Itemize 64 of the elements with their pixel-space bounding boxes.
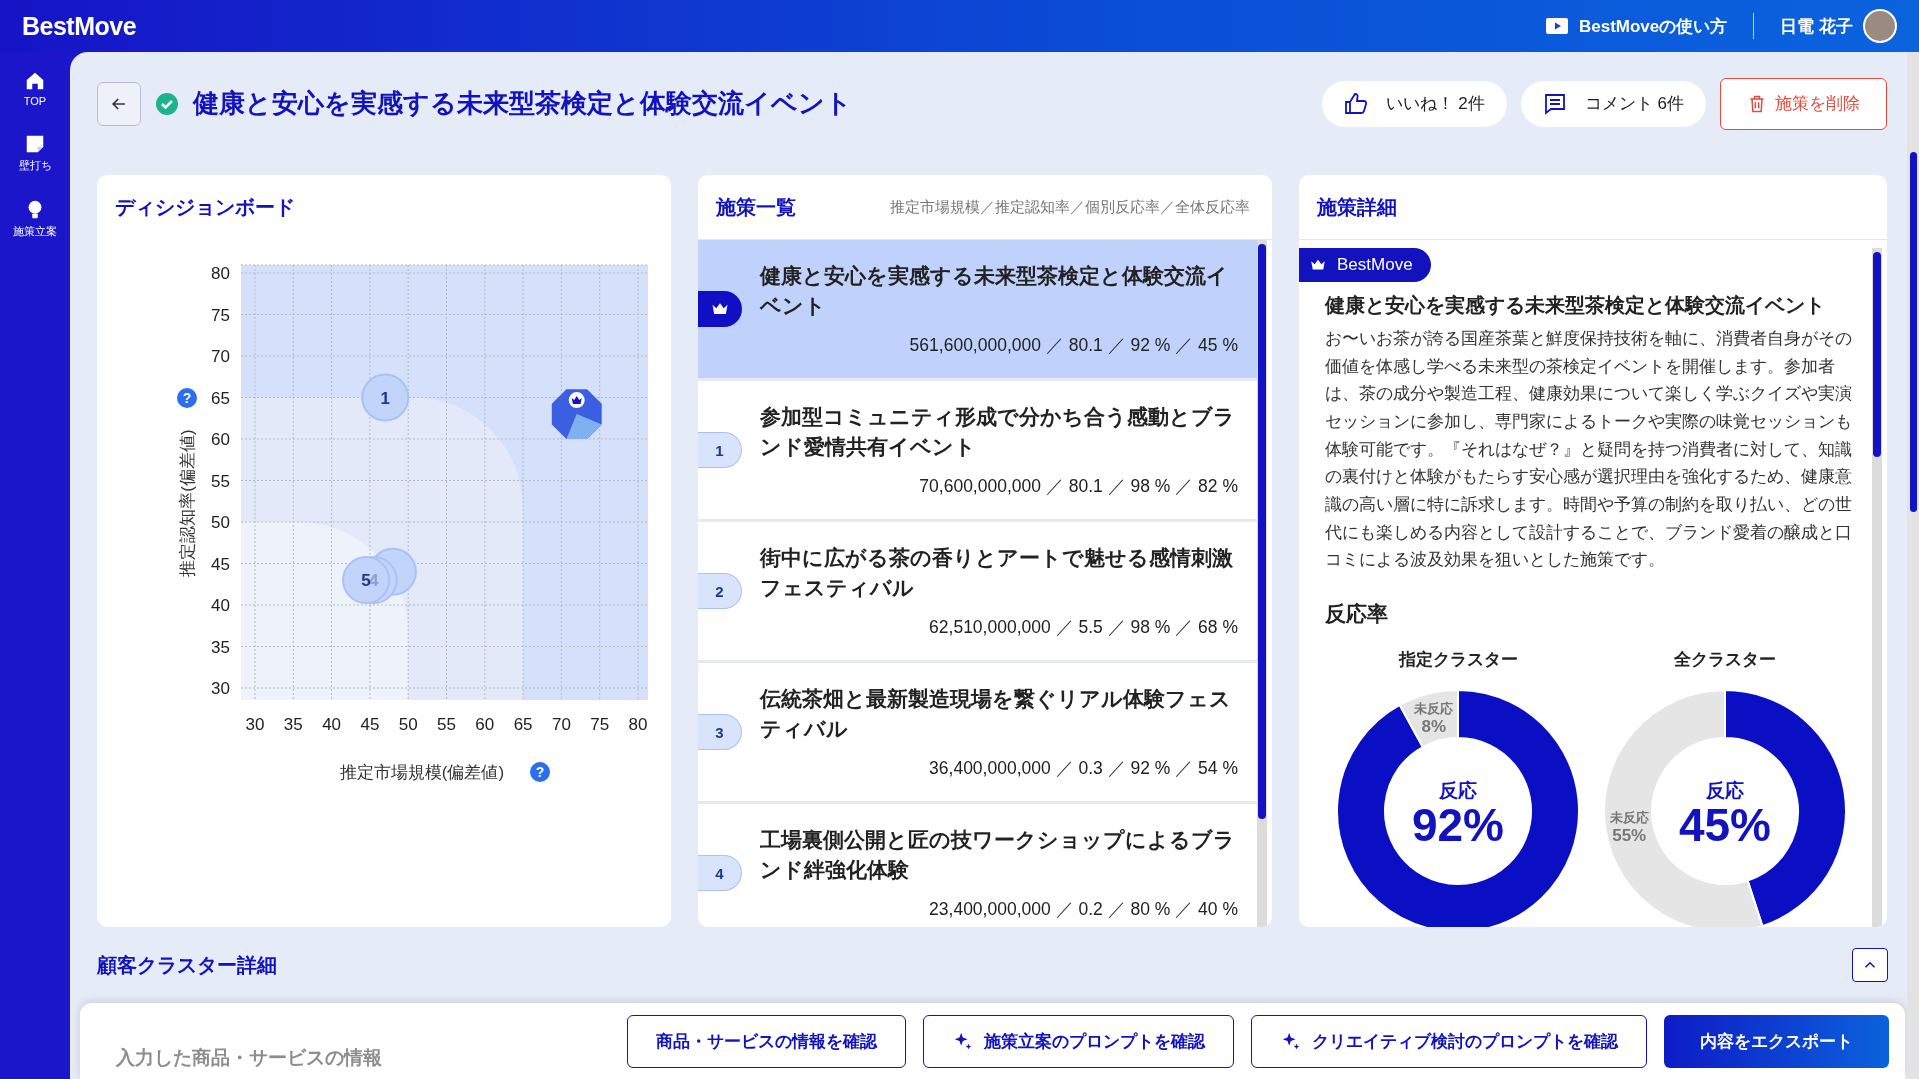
- slice-label: 未反応: [1414, 701, 1454, 717]
- measure-title: 参加型コミュニティ形成で分かち合う感動とブランド愛情共有イベント: [760, 403, 1236, 460]
- x-tick-label: 65: [513, 715, 533, 734]
- chart-title: 指定クラスター: [1398, 649, 1518, 672]
- y-tick-label: 45: [211, 554, 230, 574]
- rank-badge: 3: [698, 714, 742, 750]
- x-tick-label: 75: [590, 715, 610, 734]
- measure-stats: 561,600,000,000 ／ 80.1 ／ 92 % ／ 45 %: [908, 334, 1238, 358]
- x-tick-label: 60: [475, 715, 495, 734]
- y-tick-label: 60: [211, 430, 230, 449]
- center-value: 45%: [1678, 799, 1771, 852]
- center-value: 92%: [1412, 799, 1505, 852]
- measure-title: 伝統茶畑と最新製造現場を繋ぐリアル体験フェスティバル: [760, 685, 1232, 742]
- x-tick-label: 35: [283, 715, 303, 734]
- chart-title: 全クラスター: [1673, 649, 1776, 672]
- x-tick-label: 40: [322, 715, 342, 734]
- y-tick-label: 70: [211, 347, 230, 366]
- measure-title: 街中に広がる茶の香りとアートで魅せる感情刺激フェスティバル: [760, 544, 1234, 601]
- badge-label: BestMove: [1337, 255, 1413, 275]
- x-tick-label: 80: [628, 715, 648, 734]
- panel-heading: 入力した商品・サービスの情報: [116, 1046, 382, 1070]
- y-tick-label: 65: [211, 388, 230, 408]
- center-label: 反応: [1439, 780, 1478, 802]
- measure-stats: 36,400,000,000 ／ 0.3 ／ 92 % ／ 54 %: [928, 757, 1238, 781]
- card-title: ディシジョンボード: [115, 195, 295, 220]
- user-name: 日電 花子: [1780, 15, 1853, 38]
- rank-badge: 1: [698, 432, 742, 468]
- slice-value: 8%: [1421, 717, 1447, 737]
- x-tick-label: 30: [245, 715, 265, 734]
- x-axis-label: 推定市場規模(偏差値): [339, 763, 505, 782]
- measure-description: お〜いお茶が誇る国産茶葉と鮮度保持技術を軸に、消費者自身がその価値を体感し学べる未来型の茶検定イベントを開催します。参加者は、茶の成分や製造工程、健康効果について楽しく学ぶクイズや実演セッションに参加し、専門家によるトークや実際の味覚セッションも体験可能です。『それはなぜ？』と疑問を持つ消費者に対して、知識の裏付けと体験がもたらす安心感が選択理由を強化するため、健康意識の高い層に特に訴求します。時間や予算の制約を取り払い、どの世代にも楽しめる内容として設計することで、ブランド愛着の醸成と口コミによる波及効果を狙いとした施策です。: [1325, 327, 1853, 572]
- measure-stats: 23,400,000,000 ／ 0.2 ／ 80 % ／ 40 %: [928, 898, 1238, 922]
- slice-label: 未反応: [1609, 810, 1649, 826]
- x-tick-label: 45: [360, 715, 380, 734]
- measure-title: 健康と安心を実感する未来型茶検定と体験交流イベント: [760, 262, 1229, 319]
- measure-stats: 62,510,000,000 ／ 5.5 ／ 98 % ／ 68 %: [928, 616, 1238, 640]
- card-title: 施策詳細: [1317, 194, 1397, 220]
- center-label: 反応: [1705, 780, 1744, 802]
- rank-badge: 4: [698, 855, 742, 891]
- page-title: 健康と安心を実感する未来型茶検定と体験交流イベント: [193, 87, 852, 120]
- y-tick-label: 30: [211, 679, 230, 698]
- measure-title: 工場裏側公開と匠の技ワークショップによるブランド絆強化体験: [760, 826, 1236, 883]
- y-tick-label: 35: [211, 637, 230, 657]
- section-title: 顧客クラスター詳細: [97, 952, 277, 978]
- section-heading: 反応率: [1325, 601, 1389, 628]
- y-tick-label: 40: [211, 596, 230, 615]
- point-label: 1: [380, 388, 390, 408]
- point-label: 5: [361, 571, 371, 591]
- point-label: 4: [369, 571, 379, 591]
- y-tick-label: 75: [211, 305, 230, 325]
- x-tick-label: 50: [398, 715, 418, 734]
- slice-value: 55%: [1611, 826, 1646, 846]
- app-logo: BestMove: [22, 11, 137, 41]
- measure-name: 健康と安心を実感する未来型茶検定と体験交流イベント: [1325, 293, 1826, 318]
- y-axis-label: 推定認知率(偏差値): [178, 429, 197, 577]
- y-tick-label: 50: [211, 513, 230, 532]
- column-hint: 推定市場規模／推定認知率／個別反応率／全体反応率: [890, 197, 1250, 217]
- y-tick-label: 80: [211, 264, 230, 283]
- measure-stats: 70,600,000,000 ／ 80.1 ／ 98 % ／ 82 %: [918, 475, 1238, 499]
- x-tick-label: 55: [437, 715, 456, 734]
- rank-badge: 2: [698, 573, 742, 609]
- x-tick-label: 70: [551, 715, 571, 734]
- y-tick-label: 55: [211, 471, 230, 491]
- card-title: 施策一覧: [716, 194, 796, 220]
